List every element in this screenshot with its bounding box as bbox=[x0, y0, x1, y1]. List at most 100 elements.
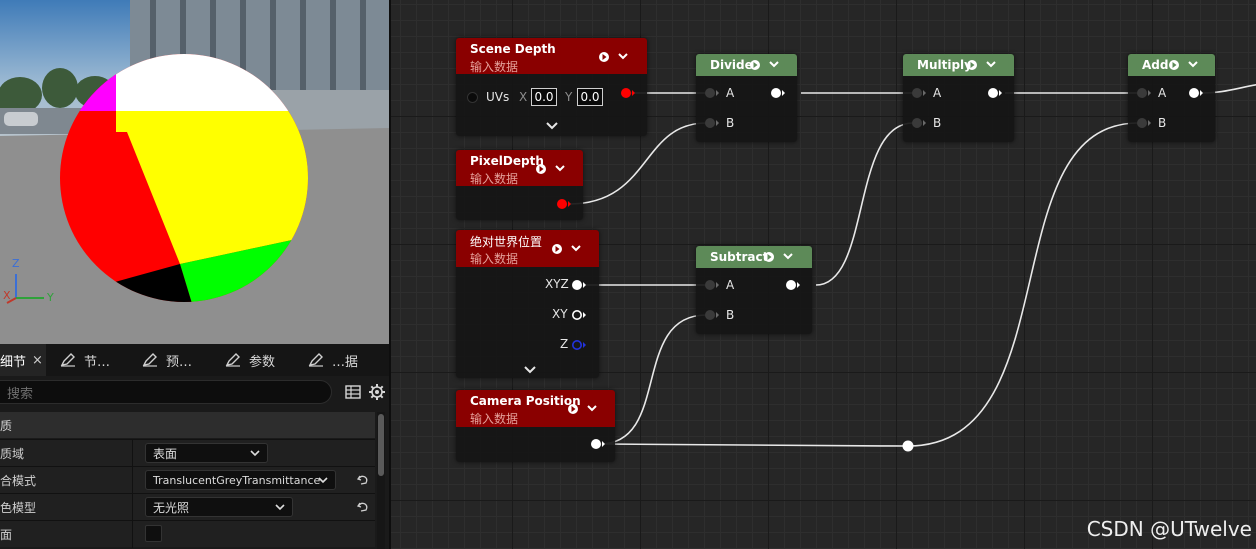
section-material[interactable]: 材质 bbox=[0, 412, 375, 438]
node-absolute-world-position[interactable]: 绝对世界位置 输入数据 XYZ XY Z bbox=[456, 230, 599, 378]
tab-details[interactable]: 细节 × bbox=[0, 344, 46, 376]
pencil-icon bbox=[225, 353, 240, 367]
node-multiply[interactable]: Multiply A B bbox=[903, 54, 1014, 142]
node-subtitle: 输入数据 bbox=[470, 172, 519, 186]
input-pin-a[interactable] bbox=[1136, 87, 1152, 99]
tab-details-label: 细节 bbox=[0, 354, 27, 370]
chevron-down-icon[interactable] bbox=[546, 122, 558, 130]
tab-preview[interactable]: 预… bbox=[142, 344, 212, 376]
input-pin-b[interactable] bbox=[704, 117, 720, 129]
preview-toggle-icon[interactable] bbox=[750, 58, 784, 72]
node-title: Add bbox=[1142, 58, 1169, 72]
output-pin[interactable] bbox=[556, 198, 572, 210]
property-row-two-sided: 双面 bbox=[0, 520, 375, 548]
tab-preview-label: 预… bbox=[166, 354, 193, 370]
node-subtitle: 输入数据 bbox=[470, 252, 519, 266]
pin-label-z: Z bbox=[560, 337, 569, 351]
pin-label-b: B bbox=[933, 116, 942, 130]
pencil-icon bbox=[142, 353, 157, 367]
node-pixel-depth[interactable]: PixelDepth 输入数据 bbox=[456, 150, 583, 220]
output-pin[interactable] bbox=[770, 87, 786, 99]
output-pin-xyz[interactable] bbox=[571, 279, 587, 291]
output-pin[interactable] bbox=[1188, 87, 1204, 99]
tab-nodes[interactable]: 节… bbox=[60, 344, 130, 376]
tab-parameters-label: 参数 bbox=[249, 354, 276, 370]
reset-to-default-icon[interactable] bbox=[356, 500, 370, 514]
two-sided-checkbox[interactable] bbox=[145, 525, 162, 542]
shading-model-dropdown[interactable]: 无光照 bbox=[145, 497, 293, 517]
node-subtitle: 输入数据 bbox=[470, 60, 519, 74]
uv-y-field[interactable]: 0.0 bbox=[577, 88, 603, 106]
property-row-material-domain: 材质域 表面 bbox=[0, 439, 375, 467]
preview-toggle-icon[interactable] bbox=[568, 402, 602, 416]
input-pin-a[interactable] bbox=[704, 279, 720, 291]
axis-label-x: X bbox=[3, 289, 11, 302]
chevron-down-icon[interactable] bbox=[524, 366, 536, 374]
pin-label-a: A bbox=[933, 86, 942, 100]
material-editor: Z X Y 细节 × 节… 预… 参数 …据 搜索 质 质域 表面 合模式 Tr… bbox=[0, 0, 1256, 549]
node-camera-position[interactable]: Camera Position 输入数据 bbox=[456, 390, 615, 462]
preview-toggle-icon[interactable] bbox=[599, 50, 633, 64]
output-pin[interactable] bbox=[987, 87, 1003, 99]
output-pin[interactable] bbox=[620, 87, 636, 99]
wire-subtract-to-multiply-b bbox=[815, 122, 914, 286]
property-label: 双面 bbox=[0, 528, 13, 542]
chevron-down-icon bbox=[250, 450, 260, 457]
details-panel: 细节 × 节… 预… 参数 …据 搜索 质 质域 表面 合模式 Transluc… bbox=[0, 344, 389, 549]
node-subtract[interactable]: Subtract A B bbox=[696, 246, 812, 334]
scrollbar-thumb[interactable] bbox=[378, 414, 384, 476]
preview-viewport[interactable]: Z X Y bbox=[0, 0, 389, 344]
divider bbox=[132, 467, 133, 494]
node-title: Camera Position bbox=[470, 394, 581, 408]
wire-camera-to-reroute bbox=[599, 443, 909, 447]
output-pin-z[interactable] bbox=[571, 339, 587, 351]
divider bbox=[132, 440, 133, 467]
pin-label-b: B bbox=[726, 308, 735, 322]
chevron-down-icon bbox=[318, 477, 328, 484]
node-title: Subtract bbox=[710, 250, 769, 264]
node-title: Scene Depth bbox=[470, 42, 556, 56]
wire-reroute-to-add-b bbox=[907, 122, 1139, 447]
tab-data-label: …据 bbox=[332, 354, 359, 370]
close-icon[interactable]: × bbox=[32, 353, 43, 368]
node-add[interactable]: Add A B bbox=[1128, 54, 1215, 142]
viewport-scene bbox=[0, 0, 389, 344]
input-pin-a[interactable] bbox=[911, 87, 927, 99]
axis-label-z: Z bbox=[12, 257, 20, 270]
blend-mode-dropdown[interactable]: TranslucentGreyTransmittance bbox=[145, 470, 336, 490]
uvs-input-pin[interactable] bbox=[467, 92, 478, 103]
pin-label-a: A bbox=[726, 86, 735, 100]
material-graph[interactable]: Scene Depth 输入数据 UVs X 0.0 Y 0.0 PixelDe… bbox=[391, 0, 1256, 549]
tab-parameters[interactable]: 参数 bbox=[225, 344, 295, 376]
output-pin[interactable] bbox=[785, 279, 801, 291]
preview-toggle-icon[interactable] bbox=[1169, 58, 1203, 72]
preview-toggle-icon[interactable] bbox=[764, 250, 798, 264]
preview-toggle-icon[interactable] bbox=[536, 162, 570, 176]
node-scene-depth[interactable]: Scene Depth 输入数据 UVs X 0.0 Y 0.0 bbox=[456, 38, 647, 136]
output-pin[interactable] bbox=[590, 438, 606, 450]
uv-x-field[interactable]: 0.0 bbox=[531, 88, 557, 106]
node-title: PixelDepth bbox=[470, 154, 544, 168]
input-pin-b[interactable] bbox=[1136, 117, 1152, 129]
node-divide[interactable]: Divide A B bbox=[696, 54, 797, 142]
node-title: 绝对世界位置 bbox=[470, 235, 543, 249]
input-pin-a[interactable] bbox=[704, 87, 720, 99]
uv-x-value: 0.0 bbox=[534, 90, 554, 104]
input-pin-b[interactable] bbox=[911, 117, 927, 129]
pin-label-xyz: XYZ bbox=[545, 277, 569, 291]
table-view-icon[interactable] bbox=[344, 383, 362, 401]
output-pin-xy[interactable] bbox=[571, 309, 587, 321]
parked-car bbox=[4, 112, 38, 126]
material-domain-dropdown[interactable]: 表面 bbox=[145, 443, 268, 463]
reset-to-default-icon[interactable] bbox=[356, 473, 370, 487]
property-label: 着色模型 bbox=[0, 501, 37, 515]
gear-icon[interactable] bbox=[368, 383, 386, 401]
search-input[interactable]: 搜索 bbox=[0, 380, 332, 404]
pin-label-a: A bbox=[1158, 86, 1167, 100]
preview-toggle-icon[interactable] bbox=[552, 242, 586, 256]
watermark: CSDN @UTwelve bbox=[1086, 517, 1252, 541]
preview-toggle-icon[interactable] bbox=[967, 58, 1001, 72]
dropdown-value: 表面 bbox=[153, 446, 178, 461]
input-pin-b[interactable] bbox=[704, 309, 720, 321]
tab-data[interactable]: …据 bbox=[308, 344, 378, 376]
